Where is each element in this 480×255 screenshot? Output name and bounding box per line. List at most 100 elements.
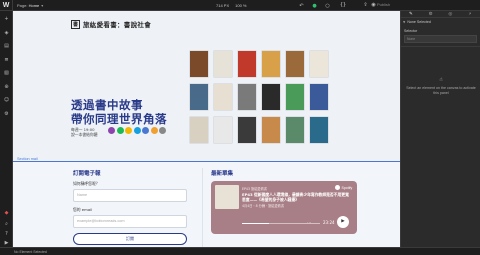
empty-state-text: Select an element on the canvas to activ… xyxy=(406,86,476,95)
book-cover xyxy=(214,117,232,143)
none-selected-header[interactable]: ▼ None Selected xyxy=(401,18,480,26)
code-icon[interactable]: {} xyxy=(340,2,346,8)
book-cover xyxy=(238,84,256,110)
book-cover xyxy=(286,51,304,77)
selector-input[interactable]: None xyxy=(404,35,477,43)
cms-icon[interactable]: ≣ xyxy=(3,56,10,63)
publish-button[interactable]: Publish xyxy=(377,2,390,7)
style-brush-icon[interactable]: ✎ xyxy=(401,11,421,18)
add-icon[interactable]: + xyxy=(3,15,10,22)
effects-icon[interactable]: ⚡ xyxy=(460,11,480,18)
headline-line-1: 透過書中故事 xyxy=(71,98,143,112)
episode-cover xyxy=(215,185,239,209)
preview-icon[interactable]: ◉ xyxy=(370,2,377,9)
latest-episode: 最新單集 EP43 旅紘愛看書 EP43 從新國度人人環境線，最讓青少年寫作教師… xyxy=(211,169,361,247)
assets-icon[interactable]: ▧ xyxy=(3,69,10,76)
audit-icon[interactable]: ◆ xyxy=(3,209,10,216)
settings-gear-icon[interactable]: ⚙ xyxy=(421,11,441,18)
soundon-icon[interactable] xyxy=(142,127,149,134)
castbox-icon[interactable] xyxy=(159,127,166,134)
pages-icon[interactable]: ▤ xyxy=(3,42,10,49)
empty-state: ☝ Select an element on the canvas to act… xyxy=(405,77,477,96)
name-field[interactable]: Name xyxy=(73,189,187,202)
episode-series: EP43 旅紘愛看書 xyxy=(242,187,267,191)
name-label: 如何稱呼您呢？ xyxy=(73,181,100,186)
comments-icon[interactable]: ○ xyxy=(324,2,331,9)
brand-logo-icon: 書 xyxy=(71,19,80,29)
video-icon[interactable]: ▶ xyxy=(3,239,10,246)
section-label-text: Section mail xyxy=(17,157,38,161)
book-cover xyxy=(190,84,208,110)
toolbar-actions: ↶ ● ○ xyxy=(298,0,337,11)
book-cover xyxy=(310,51,328,77)
google-podcasts-icon[interactable] xyxy=(125,127,132,134)
episode-time: 23:24 xyxy=(323,220,335,225)
column-divider xyxy=(202,168,203,247)
left-rail: + ◈ ▤ ≣ ▧ ⊕ ☺ ⚙ ◆ ⌕ ? ▶ xyxy=(0,11,13,247)
designer-app: W Page: Home ▾ 714 PX 100 % ↶ ● ○ {} ⇪ ◉… xyxy=(0,0,480,255)
interactions-icon[interactable]: ◎ xyxy=(441,11,461,18)
selector-label: Selector xyxy=(404,29,418,33)
kkbox-icon[interactable] xyxy=(133,127,141,134)
page-prefix: Page: xyxy=(17,2,28,8)
page-name: Home xyxy=(28,2,40,8)
book-cover xyxy=(262,117,280,143)
undo-icon[interactable]: ↶ xyxy=(298,2,305,9)
page-selector[interactable]: Page: Home xyxy=(17,3,39,8)
spotify-icon[interactable] xyxy=(116,127,124,134)
brand-name: 旅紘愛看書：書說社會 xyxy=(83,21,151,29)
book-cover xyxy=(190,117,208,143)
platform-links xyxy=(108,127,168,134)
help-icon[interactable]: ? xyxy=(3,230,10,237)
search-icon[interactable]: ⌕ xyxy=(3,220,10,227)
episode-title[interactable]: EP43 從新國度人人環境線，最讓青少年寫作教師是否不用更寬思度——《希望的身子… xyxy=(242,192,350,202)
schedule-text: 每週一 19:00 說一本書給你聽 xyxy=(71,127,98,137)
episode-time-text: 23:24 xyxy=(323,220,335,225)
viewport-readout: 714 PX 100 % xyxy=(216,0,252,11)
settings-icon[interactable]: ⚙ xyxy=(3,110,10,117)
email-label: 您的 email xyxy=(73,207,93,212)
chevron-down-icon[interactable]: ▾ xyxy=(41,3,43,8)
email-field[interactable]: example@bottomreads.com xyxy=(73,215,187,228)
status-text: No Element Selected xyxy=(14,250,47,254)
book-cover xyxy=(238,117,256,143)
caret-down-icon: ▼ xyxy=(403,20,406,24)
panel-tabs: ✎ ⚙ ◎ ⚡ xyxy=(401,11,480,18)
ecommerce-icon[interactable]: ⊕ xyxy=(3,83,10,90)
subscribe-button[interactable]: 訂閱 xyxy=(73,233,187,245)
book-cover xyxy=(214,84,232,110)
navigator-icon[interactable]: ◈ xyxy=(3,29,10,36)
spotify-label: Spotify xyxy=(341,185,353,190)
zoom-readout[interactable]: 100 % xyxy=(235,3,246,8)
rss-icon[interactable] xyxy=(150,127,158,134)
progress-fill xyxy=(242,223,270,224)
spotify-player[interactable]: EP43 旅紘愛看書 EP43 從新國度人人環境線，最讓青少年寫作教師是否不用更… xyxy=(211,181,357,234)
mail-section[interactable]: 訂閱電子報 如何稱呼您呢？ Name 您的 email example@bott… xyxy=(13,162,400,247)
design-canvas[interactable]: 書 旅紘愛看書：書說社會 透過書中故事 帶你同理世界角落 每週一 19:00 說… xyxy=(13,11,400,247)
book-cover xyxy=(262,51,280,77)
webflow-logo[interactable]: W xyxy=(0,0,13,11)
none-selected-text: None Selected xyxy=(407,20,431,24)
apple-podcasts-icon[interactable] xyxy=(108,127,115,134)
share-icon[interactable]: ⇪ xyxy=(362,2,369,9)
book-cover xyxy=(310,117,328,143)
play-button[interactable]: ▶ xyxy=(337,216,349,228)
hero-headline[interactable]: 透過書中故事 帶你同理世界角落 xyxy=(71,98,167,126)
book-cover xyxy=(310,84,328,110)
newsletter-form: 訂閱電子報 如何稱呼您呢？ Name 您的 email example@bott… xyxy=(73,169,188,247)
book-cover xyxy=(190,51,208,77)
width-readout: 714 PX xyxy=(216,3,230,8)
more-options-icon[interactable]: ⋯ xyxy=(307,220,311,225)
schedule-line-2: 說一本書給你聽 xyxy=(71,132,98,137)
episode-meta: 4月4日・8 分鐘 · 旅紘愛看書 xyxy=(242,204,285,208)
saved-check-icon: ● xyxy=(312,2,317,9)
brand[interactable]: 書 旅紘愛看書：書說社會 xyxy=(71,19,151,29)
users-icon[interactable]: ☺ xyxy=(3,96,10,103)
selection-section: ▼ None Selected Selector None xyxy=(401,18,480,47)
cursor-click-icon: ☝ xyxy=(439,77,443,83)
spotify-icon xyxy=(335,185,340,190)
spotify-brand[interactable]: Spotify xyxy=(335,185,352,190)
section-label[interactable]: Section mail xyxy=(17,157,38,161)
book-cover xyxy=(286,84,304,110)
hero-section[interactable]: 書 旅紘愛看書：書說社會 透過書中故事 帶你同理世界角落 每週一 19:00 說… xyxy=(13,11,400,161)
